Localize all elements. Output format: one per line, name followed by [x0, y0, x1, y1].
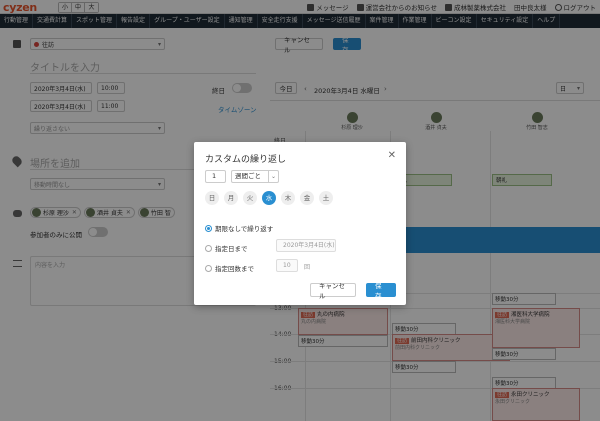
option-no-end[interactable]: 期限なしで繰り返す	[205, 223, 273, 233]
weekday-tue[interactable]: 火	[243, 191, 257, 205]
interval-input[interactable]: 1	[205, 170, 226, 183]
weekday-wed[interactable]: 水	[262, 191, 276, 205]
weekday-mon[interactable]: 月	[224, 191, 238, 205]
custom-repeat-dialog: カスタムの繰り返し ✕ 1 週間ごと ⌄ 日 月 火 水 木 金 土 期限なしで…	[194, 142, 406, 305]
radio-no-end[interactable]	[205, 224, 212, 232]
radio-until-date[interactable]	[205, 244, 212, 252]
dialog-cancel-button[interactable]: キャンセル	[310, 282, 356, 300]
option-count[interactable]: 指定回数まで	[205, 263, 254, 273]
chevron-down-icon: ⌄	[268, 171, 278, 182]
weekday-picker: 日 月 火 水 木 金 土	[205, 191, 333, 205]
weekday-thu[interactable]: 木	[281, 191, 295, 205]
dialog-title: カスタムの繰り返し	[205, 155, 287, 165]
weekday-fri[interactable]: 金	[300, 191, 314, 205]
option-until-date[interactable]: 指定日まで	[205, 243, 248, 253]
count-field[interactable]: 10	[276, 259, 298, 272]
dialog-save-button[interactable]: 保存	[366, 282, 396, 300]
count-unit: 回	[304, 264, 311, 271]
until-date-field[interactable]: 2020年3月4日(水)	[276, 239, 336, 252]
radio-count[interactable]	[205, 264, 212, 272]
weekday-sat[interactable]: 土	[319, 191, 333, 205]
close-icon[interactable]: ✕	[388, 150, 396, 161]
weekday-sun[interactable]: 日	[205, 191, 219, 205]
interval-unit-select[interactable]: 週間ごと ⌄	[231, 170, 279, 183]
